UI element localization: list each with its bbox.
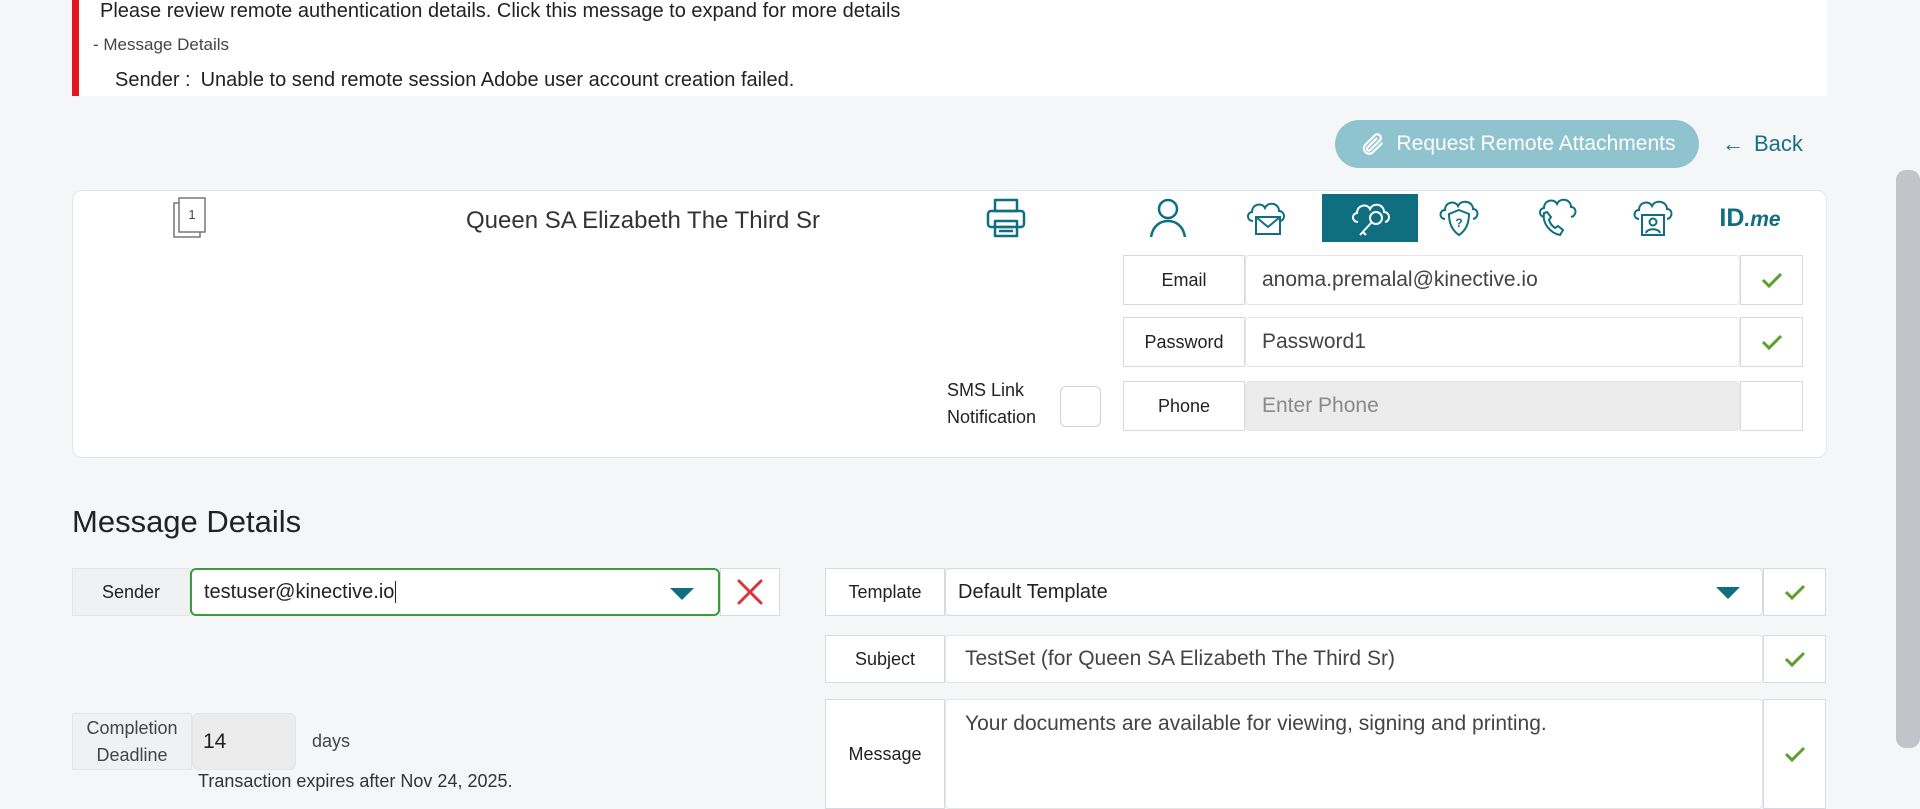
message-label: Message (825, 699, 945, 809)
subject-field[interactable]: TestSet (for Queen SA Elizabeth The Thir… (945, 635, 1763, 683)
alert-detail-label: Sender : (115, 69, 191, 91)
subject-label: Subject (825, 635, 945, 683)
check-icon (1784, 746, 1805, 763)
sender-value: testuser@kinective.io (204, 580, 395, 603)
back-button[interactable]: ← Back (1722, 120, 1803, 168)
deadline-label-line1: Completion (86, 717, 178, 738)
chevron-down-icon[interactable] (1716, 587, 1740, 599)
completion-deadline-label: Completion Deadline (72, 713, 192, 770)
subject-check-cell (1763, 635, 1826, 683)
tab-password-auth[interactable] (1322, 194, 1418, 242)
template-label: Template (825, 568, 945, 616)
password-check-cell (1740, 317, 1803, 367)
request-remote-attachments-label: Request Remote Attachments (1396, 132, 1676, 155)
tab-phone-auth[interactable] (1507, 194, 1603, 242)
sms-label-line1: SMS Link (947, 380, 1025, 400)
message-field[interactable]: Your documents are available for viewing… (945, 699, 1763, 809)
id-cloud-icon (1633, 200, 1673, 236)
page-scrollbar[interactable] (1896, 170, 1920, 748)
person-icon (1149, 198, 1187, 238)
deadline-unit: days (312, 731, 351, 751)
chevron-down-icon[interactable] (670, 588, 694, 600)
signer-name: Queen SA Elizabeth The Third Sr (466, 207, 820, 234)
document-stack-icon[interactable]: 1 (173, 197, 207, 239)
check-icon (1761, 334, 1782, 351)
message-details-toggle[interactable]: - Message Details (93, 35, 229, 55)
tab-email-auth[interactable] (1218, 194, 1314, 242)
idme-logo: ID.me (1719, 204, 1780, 233)
deadline-label-line2: Deadline (96, 744, 168, 765)
template-check-cell (1763, 568, 1826, 616)
check-icon (1784, 651, 1805, 668)
back-label: Back (1754, 131, 1803, 156)
email-check-cell (1740, 255, 1803, 305)
completion-deadline-input[interactable]: 14 (192, 713, 296, 770)
key-cloud-icon (1352, 203, 1390, 236)
sms-notification-checkbox[interactable] (1060, 386, 1101, 427)
alert-detail: Sender : Unable to send remote session Ad… (115, 69, 794, 92)
request-remote-attachments-button[interactable]: Request Remote Attachments (1335, 120, 1699, 168)
question-shield-icon: ? (1439, 200, 1479, 237)
sms-label-line2: Notification (947, 407, 1037, 427)
template-select[interactable]: Default Template (945, 568, 1763, 616)
tab-id-auth[interactable] (1605, 194, 1701, 242)
close-icon (737, 579, 763, 605)
password-field[interactable]: Password1 (1245, 317, 1740, 367)
clear-sender-button[interactable] (720, 568, 780, 616)
message-check-cell (1763, 699, 1826, 809)
check-icon (1784, 584, 1805, 601)
alert-title[interactable]: Please review remote authentication deta… (100, 0, 900, 23)
tab-knowledge-auth[interactable] (1120, 194, 1216, 242)
back-arrow-icon: ← (1722, 131, 1744, 156)
text-cursor (395, 581, 397, 603)
expiration-text: Transaction expires after Nov 24, 2025. (198, 771, 513, 791)
email-cloud-icon (1247, 202, 1285, 235)
sender-label: Sender (72, 568, 190, 616)
phone-field[interactable]: Enter Phone (1245, 381, 1740, 431)
check-icon (1761, 272, 1782, 289)
phone-check-cell (1740, 381, 1803, 431)
idme-logo-id: ID (1719, 203, 1745, 232)
password-label: Password (1123, 317, 1245, 367)
paperclip-icon (1362, 133, 1383, 155)
email-field[interactable]: anoma.premalal@kinective.io (1245, 255, 1740, 305)
message-details-title: Message Details (72, 504, 302, 539)
phone-label: Phone (1123, 381, 1245, 431)
tab-questions-auth[interactable]: ? (1411, 194, 1507, 242)
document-number: 1 (188, 207, 195, 222)
sms-link-notification-label: SMS Link Notification (947, 377, 1036, 431)
alert-detail-text: Unable to send remote session Adobe user… (200, 69, 795, 91)
printer-icon[interactable] (984, 196, 1028, 240)
svg-text:?: ? (1455, 216, 1462, 230)
tab-idme-auth[interactable]: ID.me (1702, 194, 1798, 242)
template-value: Default Template (958, 580, 1108, 603)
sender-select[interactable]: testuser@kinective.io (190, 568, 720, 616)
email-label: Email (1123, 255, 1245, 305)
idme-logo-suffix: .me (1744, 207, 1781, 231)
phone-cloud-icon (1539, 198, 1577, 237)
